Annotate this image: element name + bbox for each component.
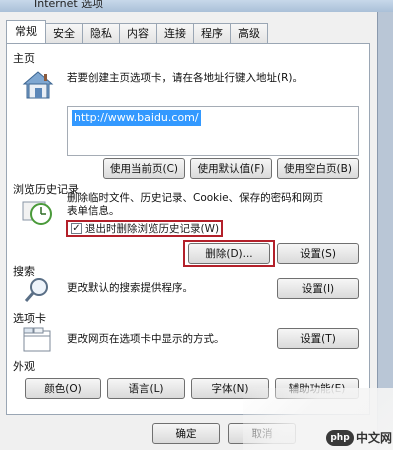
homepage-url-text: http://www.baidu.com/ [72,110,201,126]
tab-privacy[interactable]: 隐私 [83,23,120,43]
general-tab-panel: 主页 若要创建主页选项卡，请在各地址行键入地址(R)。 http://www.b… [6,43,370,415]
delete-on-exit-label: 退出时删除浏览历史记录(W) [85,223,220,235]
clock-history-icon [21,198,55,226]
delete-history-button[interactable]: 删除(D)... [188,243,270,264]
use-current-button[interactable]: 使用当前页(C) [103,158,185,179]
history-description-line1: 删除临时文件、历史记录、Cookie、保存的密码和网页 [67,192,324,204]
history-description-line2: 表单信息。 [67,205,120,217]
homepage-description: 若要创建主页选项卡，请在各地址行键入地址(R)。 [67,72,303,84]
tabs-window-icon [23,327,51,353]
tab-content[interactable]: 内容 [120,23,157,43]
homepage-group-label: 主页 [13,52,35,65]
tabs-description: 更改网页在选项卡中显示的方式。 [67,333,225,345]
tab-security[interactable]: 安全 [46,23,83,43]
appearance-group-label: 外观 [13,360,35,373]
history-settings-button[interactable]: 设置(S) [277,243,359,264]
tab-connections[interactable]: 连接 [157,23,194,43]
homepage-url-field[interactable]: http://www.baidu.com/ [67,106,359,156]
use-blank-button[interactable]: 使用空白页(B) [277,158,359,179]
search-description: 更改默认的搜索提供程序。 [67,282,193,294]
ok-button[interactable]: 确定 [152,423,220,444]
use-default-button[interactable]: 使用默认值(F) [190,158,272,179]
colors-button[interactable]: 颜色(O) [25,378,101,399]
title-bar: Internet 选项 [0,0,393,12]
search-icon [23,276,51,304]
house-icon [21,70,55,100]
tabs-settings-button[interactable]: 设置(T) [277,328,359,349]
tab-programs[interactable]: 程序 [194,23,231,43]
tab-strip: 常规 安全 隐私 内容 连接 程序 高级 [6,20,268,43]
watermark-text: 中文网 [356,431,393,445]
search-settings-button[interactable]: 设置(I) [277,278,359,299]
delete-on-exit-row[interactable]: ✓ 退出时删除浏览历史记录(W) [66,220,224,237]
window-title: Internet 选项 [34,0,104,10]
languages-button[interactable]: 语言(L) [107,378,185,399]
tab-advanced[interactable]: 高级 [231,23,268,43]
internet-options-dialog: 常规 安全 隐私 内容 连接 程序 高级 主页 若要创建主页选项卡，请在各地址行… [0,12,378,450]
delete-on-exit-checkbox[interactable]: ✓ [71,223,82,234]
tab-general[interactable]: 常规 [6,20,46,43]
tabs-group-label: 选项卡 [13,312,46,325]
php-logo-icon: php [326,430,354,446]
